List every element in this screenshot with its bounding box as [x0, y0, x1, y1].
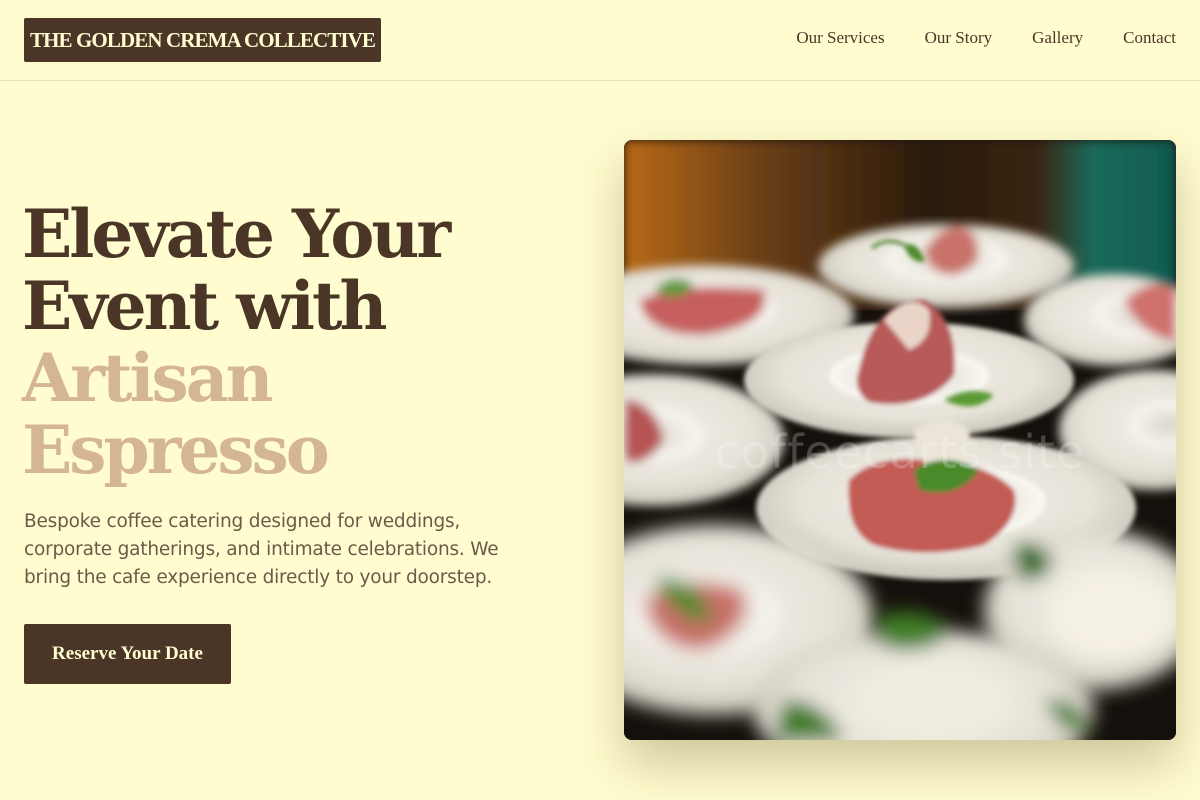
nav-link-story[interactable]: Our Story: [925, 28, 993, 50]
nav-link-contact[interactable]: Contact: [1123, 28, 1176, 50]
reserve-date-button[interactable]: Reserve Your Date: [24, 624, 231, 684]
headline-line-3: Artisan: [22, 339, 273, 417]
headline-line-2: Event with: [22, 267, 387, 345]
nav-link-services[interactable]: Our Services: [796, 28, 884, 50]
hero-image: coffeecarts.site: [624, 140, 1176, 740]
hero-description: Bespoke coffee catering designed for wed…: [24, 511, 499, 588]
main-nav: Our Services Our Story Gallery Contact: [796, 28, 1176, 50]
hero-headline: Elevate Your Event with Artisan Espresso: [22, 198, 582, 486]
nav-link-gallery[interactable]: Gallery: [1032, 28, 1083, 50]
brand-logo[interactable]: THE GOLDEN CREMA COLLECTIVE: [24, 18, 381, 62]
image-watermark: coffeecarts.site: [714, 425, 1086, 479]
headline-line-4: Espresso: [22, 411, 330, 489]
headline-line-1: Elevate Your: [22, 195, 451, 273]
site-header: THE GOLDEN CREMA COLLECTIVE Our Services…: [0, 0, 1200, 81]
